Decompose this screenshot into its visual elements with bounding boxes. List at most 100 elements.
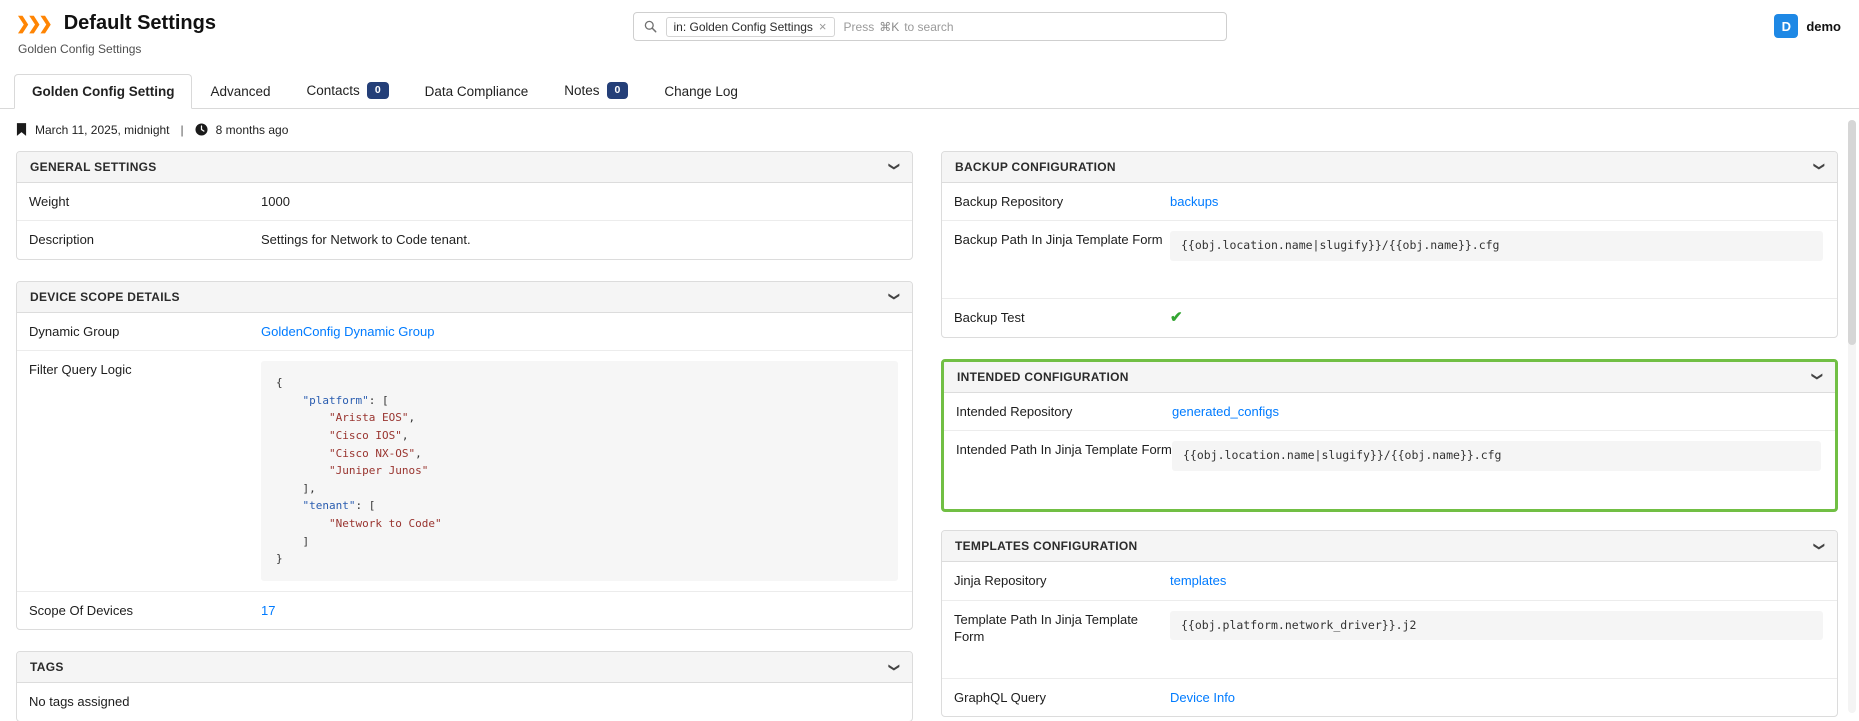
row-label: Dynamic Group <box>29 323 120 339</box>
chevron-down-icon[interactable]: ❯ <box>1811 372 1824 381</box>
general-settings-panel: GENERAL SETTINGS ❯ Weight 1000 Descripti… <box>16 150 913 260</box>
tags-empty-text: No tags assigned <box>29 694 130 710</box>
template-path-code: {{obj.platform.network_driver}}.j2 <box>1170 610 1823 641</box>
right-column: BACKUP CONFIGURATION ❯ Backup Repository… <box>941 150 1838 721</box>
search-icon <box>644 20 657 33</box>
tags-panel: TAGS ❯ No tags assigned <box>16 651 913 721</box>
intended-path-row: Intended Path In Jinja Template Form {{o… <box>944 431 1835 509</box>
row-label: Backup Test <box>954 310 1025 326</box>
search-scope-chip[interactable]: in: Golden Config Settings × <box>665 16 835 37</box>
general-settings-header[interactable]: GENERAL SETTINGS ❯ <box>17 151 912 183</box>
description-row: Description Settings for Network to Code… <box>17 221 912 259</box>
chevron-down-icon[interactable]: ❯ <box>888 162 901 171</box>
filter-query-code: { "platform": [ "Arista EOS", "Cisco IOS… <box>261 361 898 581</box>
description-value: Settings for Network to Code tenant. <box>261 232 471 248</box>
chevron-down-icon[interactable]: ❯ <box>1813 542 1826 551</box>
backup-repository-link[interactable]: backups <box>1170 194 1218 209</box>
global-search-input[interactable]: in: Golden Config Settings × Press ⌘K to… <box>632 12 1227 41</box>
chevron-down-icon[interactable]: ❯ <box>888 663 901 672</box>
tab-data-compliance[interactable]: Data Compliance <box>407 74 547 109</box>
graphql-query-link[interactable]: Device Info <box>1170 690 1235 705</box>
content: GENERAL SETTINGS ❯ Weight 1000 Descripti… <box>0 149 1859 721</box>
search-hint-suffix: to search <box>904 19 954 34</box>
tab-advanced[interactable]: Advanced <box>192 74 288 109</box>
weight-value: 1000 <box>261 193 290 209</box>
contacts-count-badge: 0 <box>366 82 389 99</box>
tags-empty-row: No tags assigned <box>17 683 912 721</box>
intended-repository-row: Intended Repository generated_configs <box>944 393 1835 432</box>
scope-of-devices-row: Scope Of Devices 17 <box>17 592 912 630</box>
templates-configuration-header[interactable]: TEMPLATES CONFIGURATION ❯ <box>942 531 1837 563</box>
panel-title: DEVICE SCOPE DETAILS <box>30 289 180 304</box>
panel-title: TAGS <box>30 660 64 675</box>
scrollbar-thumb[interactable] <box>1848 120 1856 346</box>
dynamic-group-row: Dynamic Group GoldenConfig Dynamic Group <box>17 313 912 352</box>
row-label: Backup Path In Jinja Template Form <box>954 232 1163 248</box>
row-label: Scope Of Devices <box>29 602 134 618</box>
clock-icon <box>195 123 208 136</box>
graphql-query-row: GraphQL Query Device Info <box>942 679 1837 717</box>
left-column: GENERAL SETTINGS ❯ Weight 1000 Descripti… <box>16 150 913 721</box>
backup-test-row: Backup Test ✔ <box>942 299 1837 337</box>
panel-title: TEMPLATES CONFIGURATION <box>955 539 1138 554</box>
top-bar: ❯❯❯ Default Settings Golden Config Setti… <box>0 0 1859 66</box>
search-hint: Press ⌘K to search <box>844 20 954 34</box>
row-label: Jinja Repository <box>954 573 1047 589</box>
notes-count-badge: 0 <box>606 82 629 99</box>
tab-golden-config-setting[interactable]: Golden Config Setting <box>14 73 193 109</box>
tab-change-log[interactable]: Change Log <box>646 74 756 109</box>
backup-path-code: {{obj.location.name|slugify}}/{{obj.name… <box>1170 231 1823 261</box>
panel-title: BACKUP CONFIGURATION <box>955 159 1116 174</box>
weight-row: Weight 1000 <box>17 183 912 222</box>
intended-path-code: {{obj.location.name|slugify}}/{{obj.name… <box>1172 441 1821 471</box>
intended-repository-link[interactable]: generated_configs <box>1172 404 1279 419</box>
filter-query-row: Filter Query Logic { "platform": [ "Aris… <box>17 351 912 592</box>
chip-remove-icon[interactable]: × <box>819 20 827 33</box>
template-path-row: Template Path In Jinja Template Form {{o… <box>942 601 1837 679</box>
scope-of-devices-link[interactable]: 17 <box>261 603 275 618</box>
dynamic-group-link[interactable]: GoldenConfig Dynamic Group <box>261 324 434 339</box>
intended-configuration-header[interactable]: INTENDED CONFIGURATION ❯ <box>944 361 1835 393</box>
intended-configuration-panel: INTENDED CONFIGURATION ❯ Intended Reposi… <box>941 358 1838 513</box>
backup-configuration-panel: BACKUP CONFIGURATION ❯ Backup Repository… <box>941 150 1838 338</box>
search-scope-label: in: Golden Config Settings <box>673 19 813 34</box>
row-label: GraphQL Query <box>954 689 1047 705</box>
row-label: Intended Repository <box>956 403 1073 419</box>
tab-contacts-label: Contacts <box>306 82 360 98</box>
bookmark-icon <box>16 123 27 137</box>
created-date: March 11, 2025, midnight <box>35 122 170 137</box>
breadcrumb[interactable]: Golden Config Settings <box>18 42 1843 56</box>
backup-configuration-header[interactable]: BACKUP CONFIGURATION ❯ <box>942 151 1837 183</box>
chevron-down-icon[interactable]: ❯ <box>888 292 901 301</box>
tab-contacts[interactable]: Contacts 0 <box>289 72 407 109</box>
tags-header[interactable]: TAGS ❯ <box>17 652 912 684</box>
row-label: Intended Path In Jinja Template Form <box>956 442 1172 458</box>
row-label: Description <box>29 232 95 248</box>
row-label: Template Path In Jinja Template Form <box>954 611 1139 645</box>
chevron-down-icon[interactable]: ❯ <box>1813 162 1826 171</box>
row-label: Filter Query Logic <box>29 362 132 378</box>
tab-notes-label: Notes <box>564 82 600 98</box>
search-hint-prefix: Press <box>843 19 875 34</box>
jinja-repository-row: Jinja Repository templates <box>942 562 1837 601</box>
backup-repository-row: Backup Repository backups <box>942 183 1837 222</box>
page: ❯❯❯ Default Settings Golden Config Setti… <box>0 0 1859 721</box>
row-label: Weight <box>29 193 70 209</box>
device-scope-header[interactable]: DEVICE SCOPE DETAILS ❯ <box>17 281 912 313</box>
scrollbar[interactable] <box>1848 120 1856 713</box>
device-scope-panel: DEVICE SCOPE DETAILS ❯ Dynamic Group Gol… <box>16 280 913 631</box>
record-meta: March 11, 2025, midnight | 8 months ago <box>0 109 1859 149</box>
nautobot-logo-icon[interactable]: ❯❯❯ <box>16 14 54 34</box>
username: demo <box>1806 18 1841 34</box>
jinja-repository-link[interactable]: templates <box>1170 573 1226 588</box>
command-k-kbd: ⌘K <box>879 19 900 34</box>
page-title: Default Settings <box>63 12 216 34</box>
avatar: D <box>1774 14 1799 38</box>
tab-notes[interactable]: Notes 0 <box>546 72 646 109</box>
user-menu[interactable]: D demo <box>1774 14 1841 38</box>
meta-separator: | <box>180 122 184 137</box>
last-updated: 8 months ago <box>215 122 289 137</box>
panel-title: INTENDED CONFIGURATION <box>957 369 1129 384</box>
templates-configuration-panel: TEMPLATES CONFIGURATION ❯ Jinja Reposito… <box>941 530 1838 718</box>
panel-title: GENERAL SETTINGS <box>30 159 157 174</box>
